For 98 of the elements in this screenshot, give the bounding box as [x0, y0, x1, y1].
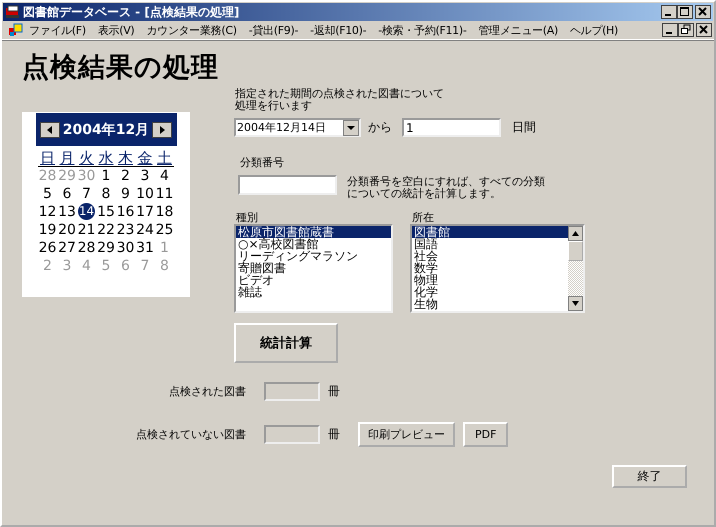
weekday-label: 火: [76, 149, 96, 167]
date-dropdown[interactable]: 2004年12月14日: [234, 118, 361, 137]
unit-label: 冊: [328, 426, 340, 442]
minimize-icon[interactable]: [662, 23, 678, 37]
month-title: 2004年12月: [62, 120, 150, 138]
list-item[interactable]: 数学: [412, 262, 568, 274]
menu-item[interactable]: カウンター業務(C): [146, 22, 237, 38]
calendar-day[interactable]: 26: [38, 239, 58, 257]
exit-button[interactable]: 終了: [612, 465, 687, 488]
instruction-text: 処理を行います: [235, 100, 312, 112]
weekday-label: 金: [135, 149, 155, 167]
calendar-day[interactable]: 6: [57, 185, 77, 203]
count-field[interactable]: [264, 382, 320, 400]
calendar-day[interactable]: 9: [116, 185, 136, 203]
list-item[interactable]: 社会: [412, 250, 568, 262]
count-field[interactable]: [264, 424, 320, 444]
hint-text: についての統計を計算します。: [347, 188, 501, 200]
days-label: 日間: [512, 119, 536, 136]
calendar-day[interactable]: 24: [135, 221, 155, 239]
weekday-label: 日: [38, 149, 58, 167]
scroll-up-icon[interactable]: [568, 226, 583, 241]
close-icon[interactable]: [696, 23, 712, 37]
calendar-day[interactable]: 8: [96, 185, 116, 203]
calculate-button[interactable]: 統計計算: [234, 323, 338, 363]
weekday-label: 水: [96, 149, 116, 167]
calendar-day[interactable]: 12: [38, 203, 58, 221]
classification-label: 分類番号: [240, 155, 284, 170]
classification-input[interactable]: [238, 175, 337, 195]
close-icon[interactable]: [695, 5, 711, 19]
calendar-day[interactable]: 19: [38, 221, 58, 239]
list-item[interactable]: 生物: [412, 298, 568, 310]
menu-item[interactable]: 管理メニュー(A): [478, 22, 558, 38]
instruction-text: 指定された期間の点検された図書について: [235, 88, 444, 100]
scroll-thumb[interactable]: [568, 241, 583, 261]
calendar-day[interactable]: 10: [135, 185, 155, 203]
hint-text: 分類番号を空白にすれば、すべての分類: [347, 176, 545, 188]
previous-month-button[interactable]: [40, 122, 60, 138]
menu-item[interactable]: ヘルプ(H): [570, 22, 618, 38]
calendar-day[interactable]: 23: [116, 221, 136, 239]
calendar-day[interactable]: 5: [38, 185, 58, 203]
days-input[interactable]: 1: [402, 118, 501, 137]
calendar-day[interactable]: 2: [116, 167, 136, 185]
list-item[interactable]: ビデオ: [236, 274, 391, 286]
calendar-day[interactable]: 16: [116, 203, 136, 221]
calendar-day[interactable]: 17: [135, 203, 155, 221]
next-month-button[interactable]: [152, 122, 172, 138]
calendar-day[interactable]: 29: [96, 239, 116, 257]
action-button[interactable]: PDF: [463, 422, 508, 446]
list-label: 種別: [236, 212, 259, 224]
count-label: 点検された図書: [168, 384, 246, 398]
calendar-day[interactable]: 13: [57, 203, 77, 221]
menu-item[interactable]: ファイル(F): [29, 22, 86, 38]
count-label: 点検されていない図書: [135, 426, 246, 442]
list-item[interactable]: 雑誌: [236, 286, 391, 298]
scrollbar[interactable]: [568, 226, 583, 311]
list-item[interactable]: ○×高校図書館: [236, 238, 391, 250]
calendar-day[interactable]: 14: [78, 203, 95, 220]
calendar-day[interactable]: 4: [154, 167, 174, 185]
list-item[interactable]: 国語: [412, 238, 568, 250]
calendar-day[interactable]: 21: [76, 221, 96, 239]
menu-item[interactable]: -返却(F10)-: [310, 22, 366, 38]
calendar-day[interactable]: 20: [57, 221, 77, 239]
books-icon[interactable]: [5, 5, 20, 19]
calendar-day[interactable]: 7: [76, 185, 96, 203]
calendar-day[interactable]: 1: [96, 167, 116, 185]
calendar-day[interactable]: 18: [154, 203, 174, 221]
list-item[interactable]: リーディングマラソン: [236, 250, 391, 262]
menu-item[interactable]: -貸出(F9)-: [248, 22, 298, 38]
restore-icon[interactable]: [678, 23, 694, 37]
maximize-icon[interactable]: [677, 5, 693, 19]
page-heading: 点検結果の処理: [22, 51, 220, 85]
calendar-day[interactable]: 31: [135, 239, 155, 257]
calendar-day[interactable]: 11: [154, 185, 174, 203]
list-item[interactable]: 化学: [412, 286, 568, 298]
calendar-day[interactable]: 25: [154, 221, 174, 239]
calendar-day[interactable]: 27: [57, 239, 77, 257]
list-item[interactable]: 松原市図書館蔵書: [236, 226, 391, 238]
weekday-label: 月: [57, 149, 77, 167]
unit-label: 冊: [328, 382, 340, 400]
list-item[interactable]: 物理: [412, 274, 568, 286]
calendar-day[interactable]: 3: [135, 167, 155, 185]
menu-item[interactable]: 表示(V): [98, 22, 134, 38]
window-title: 図書館データベース - [点検結果の処理]: [23, 4, 240, 20]
scroll-down-icon[interactable]: [568, 296, 583, 311]
calendar-day[interactable]: 15: [96, 203, 116, 221]
calendar-day[interactable]: 30: [116, 239, 136, 257]
document-icon[interactable]: [8, 23, 23, 37]
calendar-day[interactable]: 22: [96, 221, 116, 239]
list-item[interactable]: 図書館: [412, 226, 568, 238]
list-label: 所在: [412, 212, 435, 224]
minimize-icon[interactable]: [661, 5, 677, 19]
from-label: から: [368, 119, 392, 136]
weekday-label: 木: [116, 149, 136, 167]
calendar-day[interactable]: 28: [76, 239, 96, 257]
action-button[interactable]: 印刷プレビュー: [358, 422, 455, 446]
list-item[interactable]: 寄贈図書: [236, 262, 391, 274]
menu-item[interactable]: -検索・予約(F11)-: [378, 22, 467, 38]
weekday-label: 土: [154, 149, 174, 167]
